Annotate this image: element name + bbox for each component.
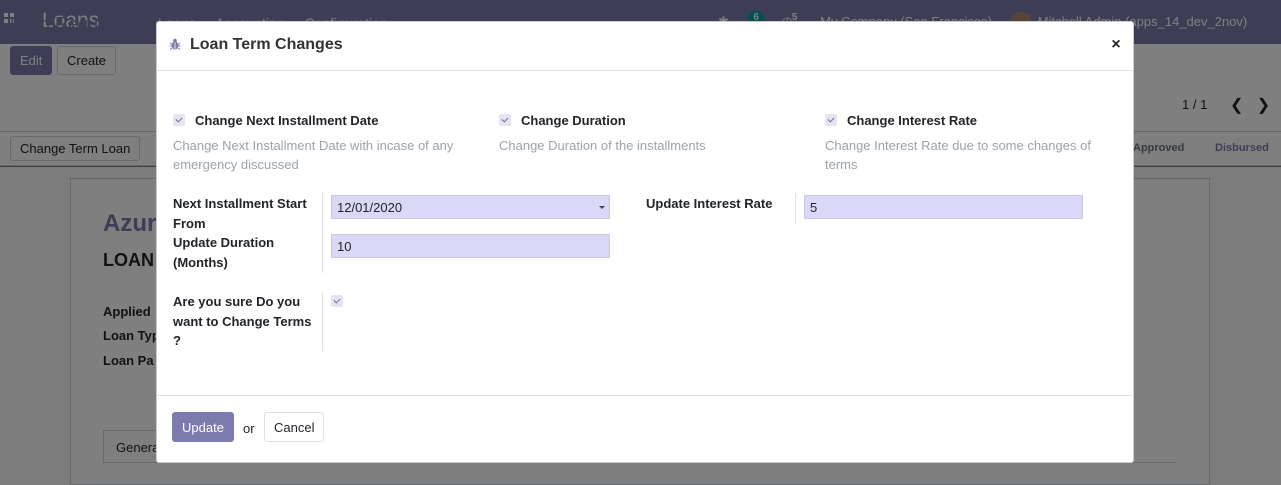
next-installment-label: Next Installment Start From [173, 196, 307, 231]
change-interest-rate-label: Change Interest Rate [847, 113, 978, 128]
change-next-installment-label: Change Next Installment Date [195, 113, 379, 128]
update-duration-label: Update Duration (Months) [173, 235, 275, 270]
change-duration-checkbox[interactable] [499, 114, 511, 126]
next-installment-date-input[interactable]: 12/01/2020 [331, 195, 610, 219]
update-interest-rate-label: Update Interest Rate [646, 196, 773, 211]
cancel-button[interactable]: Cancel [264, 412, 325, 442]
confirm-change-label: Are you sure Do you want to Change Terms… [173, 294, 312, 348]
modal-footer: Update or Cancel [157, 395, 1133, 462]
confirm-change-checkbox[interactable] [331, 295, 343, 307]
change-interest-rate-desc: Change Interest Rate due to some changes… [825, 138, 1091, 172]
change-duration-label: Change Duration [521, 113, 626, 128]
update-duration-value: 10 [337, 239, 352, 254]
field-separator [322, 292, 323, 350]
change-next-installment-desc: Change Next Installment Date with incase… [173, 138, 454, 172]
field-separator [322, 194, 323, 273]
update-button[interactable]: Update [172, 412, 234, 442]
close-icon[interactable]: × [1110, 35, 1122, 55]
change-next-installment-checkbox[interactable] [173, 114, 185, 126]
chevron-down-icon [599, 206, 605, 209]
update-interest-rate-input[interactable]: 5 [804, 195, 1083, 219]
update-duration-input[interactable]: 10 [331, 234, 610, 258]
modal-header: Loan Term Changes × [157, 22, 1133, 71]
modal-title: Loan Term Changes [190, 36, 343, 53]
field-separator [795, 194, 796, 224]
change-interest-rate-checkbox[interactable] [825, 114, 837, 126]
bug-icon [169, 38, 181, 50]
loan-term-changes-dialog: Loan Term Changes × Change Next Installm… [156, 21, 1134, 463]
next-installment-date-value: 12/01/2020 [337, 200, 403, 215]
update-interest-rate-value: 5 [810, 200, 818, 215]
or-separator: or [243, 421, 255, 436]
change-duration-desc: Change Duration of the installments [499, 138, 706, 153]
